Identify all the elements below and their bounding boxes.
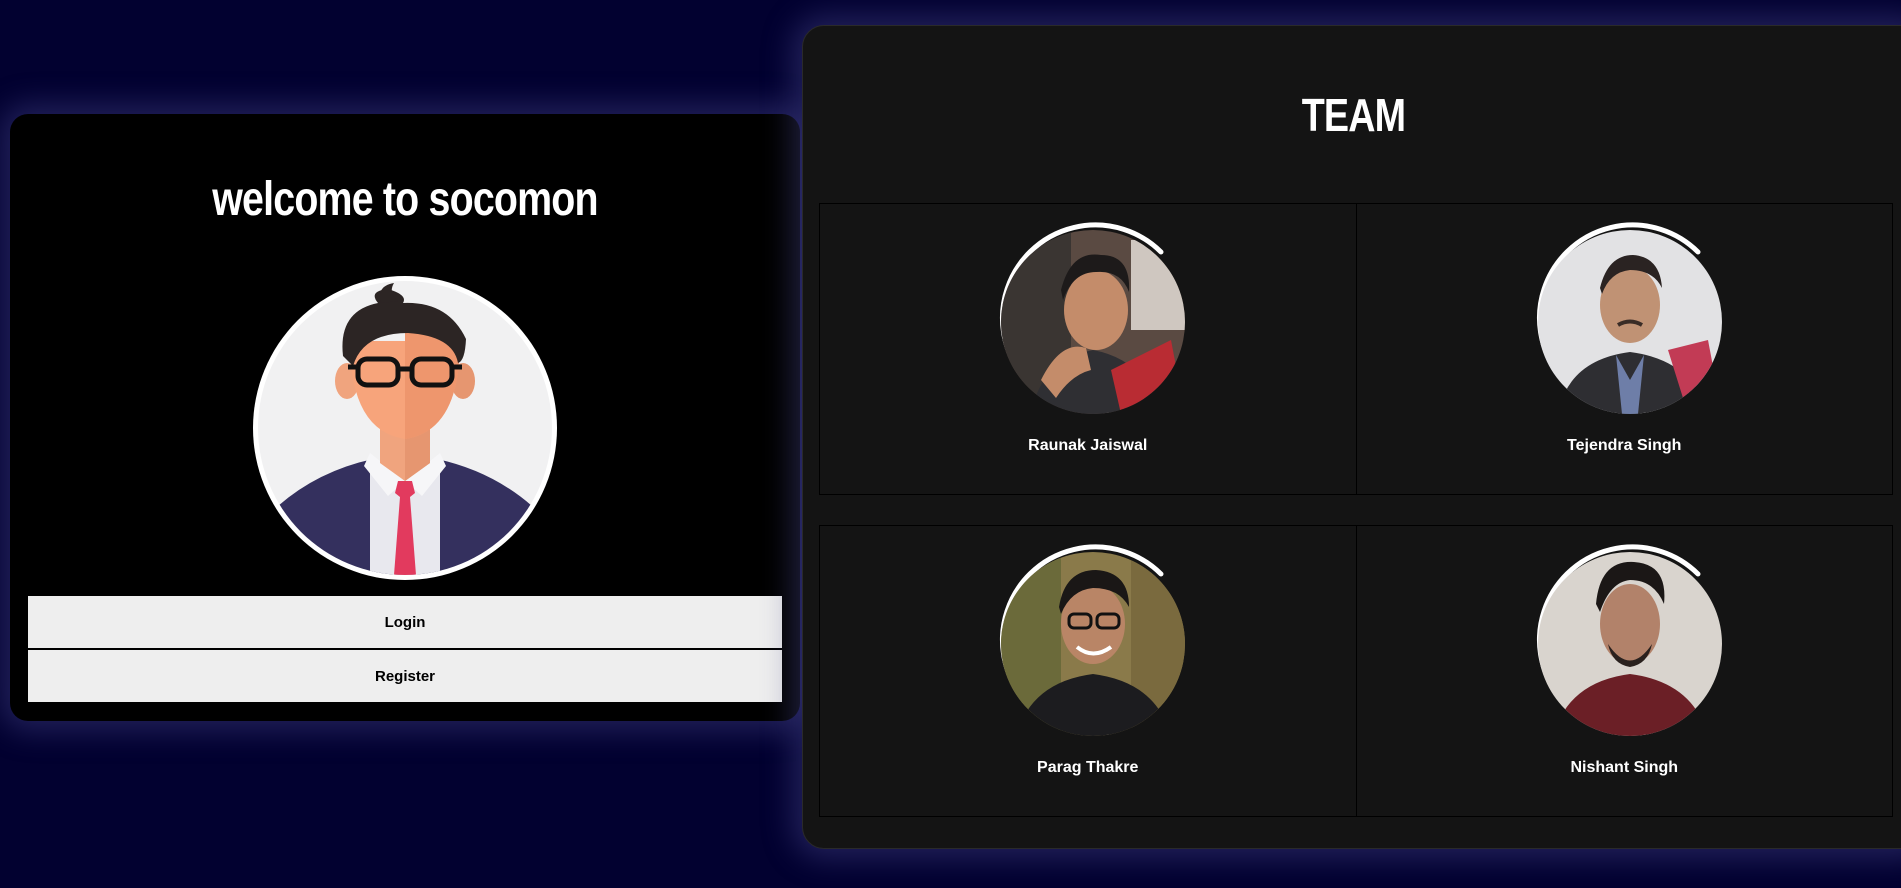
team-member-card: Parag Thakre — [820, 526, 1357, 816]
team-row: Raunak Jaiswal Tejendra Singh — [819, 203, 1893, 495]
member-name: Nishant Singh — [1570, 759, 1679, 776]
user-avatar-icon — [253, 276, 557, 580]
team-row: Parag Thakre Nishant Singh — [819, 525, 1893, 817]
team-title: TEAM — [1301, 89, 1406, 141]
member-photo — [1001, 552, 1185, 736]
member-name: Parag Thakre — [1037, 759, 1139, 776]
register-button[interactable]: Register — [28, 650, 782, 702]
member-name: Raunak Jaiswal — [1028, 437, 1148, 454]
team-member-card: Tejendra Singh — [1357, 204, 1893, 494]
member-photo — [1537, 552, 1722, 736]
member-name: Tejendra Singh — [1567, 437, 1682, 454]
welcome-card: welcome to socomon Login Register — [10, 114, 800, 721]
welcome-title: welcome to socomon — [212, 173, 598, 226]
member-photo — [1001, 230, 1185, 414]
team-card: TEAM Raunak Jaiswal Tejendra Singh Parag… — [802, 25, 1901, 849]
team-member-card: Raunak Jaiswal — [820, 204, 1357, 494]
login-button[interactable]: Login — [28, 596, 782, 648]
member-photo — [1537, 230, 1722, 414]
team-member-card: Nishant Singh — [1357, 526, 1893, 816]
